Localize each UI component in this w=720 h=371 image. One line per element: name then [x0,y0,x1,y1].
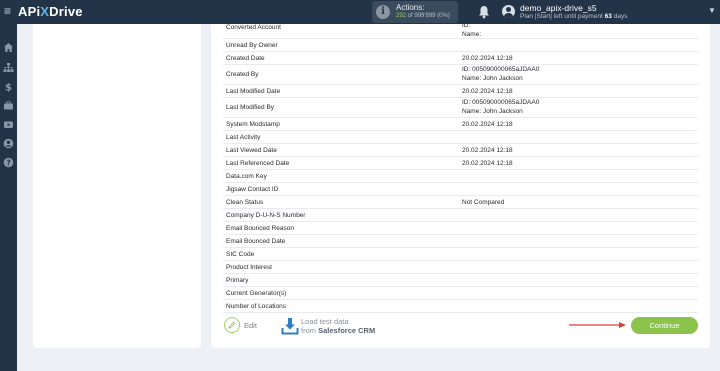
field-name: Jigsaw Contact ID [226,186,279,193]
user-circle-icon[interactable] [3,138,14,149]
field-name: Primary [226,277,249,284]
field-name: Unread By Owner [226,42,278,49]
field-name: Created Date [226,55,265,62]
arrow-icon [569,322,626,328]
field-row: Last Activity [223,131,698,144]
sidebar: $ ? [0,24,17,371]
field-name: Company D-U-N-S Number [226,212,306,219]
field-value: Not Compared [462,199,505,206]
field-name: Converted Account [226,24,281,31]
field-name: Last Modified Date [226,88,281,95]
field-name: Last Modified By [226,104,275,111]
plan-info: Plan |Start| left until payment 63 days [520,13,628,20]
field-row: Created Date 20.02.2024 12:18 [223,52,698,65]
field-row: Email Bounced Reason [223,222,698,235]
svg-text:?: ? [6,158,10,167]
menu-icon[interactable]: ≡ [4,5,11,17]
field-row: Company D-U-N-S Number [223,209,698,222]
home-icon[interactable] [3,42,14,53]
field-value: 20.02.2024 12:18 [462,55,513,62]
main-panel: Converted Account ID: Name: Unread By Owne… [211,22,710,348]
field-row: SIC Code [223,248,698,261]
actions-counter: i Actions: 292 of 999'999 (0%) [372,1,458,23]
info-icon: i [376,5,390,19]
field-row: Email Bounced Date [223,235,698,248]
field-value: ID: 005090000065aJDAA0 Name: John Jackso… [462,66,540,82]
field-row: Converted Account ID: Name: [223,22,698,39]
field-row: Clean Status Not Compared [223,196,698,209]
field-row: Last Modified By ID: 005090000065aJDAA0 N… [223,98,698,118]
field-name: Last Activity [226,134,261,141]
field-name: Last Viewed Date [226,147,277,154]
field-row: Last Viewed Date 20.02.2024 12:18 [223,144,698,157]
field-name: System Modstamp [226,121,280,128]
field-row: Data.com Key [223,170,698,183]
continue-button[interactable]: Continue [631,317,698,334]
edit-button[interactable] [224,317,240,333]
field-name: Number of Locations [226,303,286,310]
avatar-icon[interactable] [502,5,515,18]
field-name: Email Bounced Date [226,238,286,245]
field-row: Primary [223,274,698,287]
edit-label[interactable]: Edit [244,321,257,330]
field-row: Unread By Owner [223,39,698,52]
field-value: 20.02.2024 12:18 [462,147,513,154]
field-row: Product Interest [223,261,698,274]
chevron-down-icon[interactable]: ▼ [708,6,716,15]
field-row: System Modstamp 20.02.2024 12:18 [223,118,698,131]
field-row: Last Referenced Date 20.02.2024 12:18 [223,157,698,170]
username[interactable]: demo_apix-drive_s5 [520,3,597,13]
field-name: Last Referenced Date [226,160,290,167]
field-name: Created By [226,71,259,78]
field-value: ID: 005090000065aJDAA0 Name: John Jackso… [462,99,540,115]
field-row: Current Generator(s) [223,287,698,300]
pencil-icon [228,321,236,329]
field-row: Jigsaw Contact ID [223,183,698,196]
actions-count: 292 of 999'999 (0%) [396,13,450,19]
help-icon[interactable]: ? [3,157,14,168]
top-bar: ≡ APiXDrive i Actions: 292 of 999'999 (0… [0,0,720,24]
field-name: Email Bounced Reason [226,225,294,232]
sitemap-icon[interactable] [3,62,14,73]
load-source[interactable]: from Salesforce CRM [301,326,375,335]
field-row: Created By ID: 005090000065aJDAA0 Name: J… [223,65,698,85]
field-value: 20.02.2024 12:18 [462,121,513,128]
svg-text:$: $ [5,83,12,93]
video-icon[interactable] [3,119,14,130]
field-value: ID: Name: [462,22,482,38]
logo[interactable]: APiXDrive [18,4,83,19]
dollar-icon[interactable]: $ [3,81,14,93]
field-name: Product Interest [226,264,272,271]
field-name: Clean Status [226,199,264,206]
left-panel [33,24,201,348]
field-name: Data.com Key [226,173,267,180]
actions-label: Actions: [396,3,425,12]
bell-icon[interactable] [478,5,490,19]
field-value: 20.02.2024 12:18 [462,160,513,167]
field-table: Converted Account ID: Name: Unread By Owne… [223,22,698,313]
field-name: SIC Code [226,251,255,258]
load-test-data-link[interactable]: Load test data [301,317,349,326]
field-value: 20.02.2024 12:18 [462,88,513,95]
field-name: Current Generator(s) [226,290,287,297]
download-icon[interactable] [281,317,299,335]
field-row: Last Modified Date 20.02.2024 12:18 [223,85,698,98]
briefcase-icon[interactable] [3,100,14,111]
field-row: Number of Locations [223,300,698,313]
